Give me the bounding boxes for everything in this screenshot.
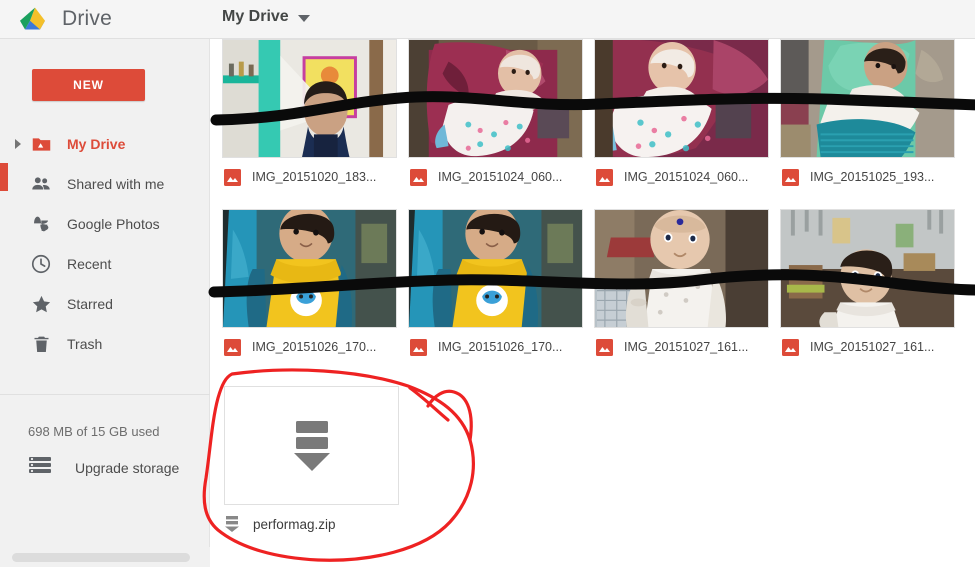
sidebar-divider [0,394,210,395]
file-card[interactable]: IMG_20151026_170... [408,209,594,357]
sidebar-item-label: Shared with me [67,176,165,192]
file-caption: IMG_20151024_060... [594,167,780,187]
image-file-icon [596,338,613,356]
expand-triangle-icon[interactable] [15,139,21,149]
image-file-icon [224,168,241,186]
file-caption: IMG_20151025_193... [780,167,966,187]
image-file-icon [596,168,613,186]
sidebar-item-shared-with-me[interactable]: Shared with me [0,164,210,204]
sidebar-item-starred[interactable]: Starred [0,284,210,324]
file-caption: IMG_20151024_060... [408,167,594,187]
file-thumbnail[interactable] [780,209,955,328]
people-icon [28,171,54,197]
upgrade-storage-button[interactable]: Upgrade storage [28,456,179,479]
file-name: IMG_20151027_161... [624,340,749,354]
sidebar-item-trash[interactable]: Trash [0,324,210,364]
file-card[interactable]: IMG_20151025_193... [780,39,966,187]
file-thumbnail[interactable] [594,39,769,158]
file-caption: IMG_20151027_161... [594,337,780,357]
file-thumbnail[interactable] [408,209,583,328]
file-name: IMG_20151026_170... [438,340,563,354]
file-name: IMG_20151024_060... [438,170,563,184]
sidebar-item-my-drive[interactable]: My Drive [0,124,210,164]
chevron-down-icon[interactable] [297,14,310,22]
image-file-icon [782,338,799,356]
trash-icon [28,331,54,357]
sidebar-item-label: Trash [67,336,103,352]
sidebar-item-label: Google Photos [67,216,160,232]
storage-usage-text: 698 MB of 15 GB used [28,424,160,439]
file-card[interactable]: IMG_20151026_170... [222,209,408,357]
storage-bars-icon [28,456,52,479]
file-name: IMG_20151027_161... [810,340,935,354]
upgrade-storage-label: Upgrade storage [75,459,180,476]
file-card[interactable]: IMG_20151027_161... [594,209,780,357]
sidebar-item-google-photos[interactable]: Google Photos [0,204,210,244]
file-name: IMG_20151024_060... [624,170,749,184]
sidebar: NEW My Drive Shared with me Google Photo… [0,39,210,567]
image-file-icon [410,168,427,186]
image-file-icon [782,168,799,186]
file-name: IMG_20151020_183... [252,170,377,184]
file-caption: IMG_20151026_170... [408,337,594,357]
file-caption: IMG_20151027_161... [780,337,966,357]
drive-folder-icon [28,131,54,157]
file-caption: performag.zip [224,515,414,533]
file-card-archive[interactable]: performag.zip [224,386,414,533]
file-card[interactable]: IMG_20151027_161... [780,209,966,357]
sidebar-item-recent[interactable]: Recent [0,244,210,284]
sidebar-item-label: Recent [67,256,112,272]
sidebar-scrollbar[interactable] [0,547,210,567]
file-card[interactable]: IMG_20151020_183... [222,39,408,187]
file-thumbnail[interactable] [222,209,397,328]
archive-file-icon [225,516,239,532]
file-thumbnail[interactable] [222,39,397,158]
file-thumbnail[interactable] [594,209,769,328]
drive-window: Drive My Drive NEW My Drive Shared with … [0,0,975,567]
breadcrumb[interactable]: My Drive [222,8,310,26]
sidebar-nav: My Drive Shared with me Google Photos Re… [0,124,210,364]
file-grid: IMG_20151020_183... IMG_20151024_060... … [211,39,975,567]
file-name: IMG_20151025_193... [810,170,935,184]
file-thumbnail[interactable] [224,386,399,505]
file-card[interactable]: IMG_20151024_060... [408,39,594,187]
image-file-icon [410,338,427,356]
new-button[interactable]: NEW [32,69,145,101]
brand-label: Drive [62,7,113,30]
google-drive-logo-icon[interactable] [20,6,50,33]
breadcrumb-label: My Drive [222,8,289,25]
google-photos-icon [28,211,54,237]
sidebar-item-label: Starred [67,296,113,312]
top-bar: Drive My Drive [0,0,975,39]
image-file-icon [224,338,241,356]
file-thumbnail[interactable] [408,39,583,158]
scrollbar-thumb[interactable] [12,553,190,562]
file-thumbnail[interactable] [780,39,955,158]
file-caption: IMG_20151020_183... [222,167,408,187]
file-name: performag.zip [253,516,336,532]
file-card[interactable]: IMG_20151024_060... [594,39,780,187]
star-icon [28,291,54,317]
sidebar-item-label: My Drive [67,136,126,152]
clock-icon [28,251,54,277]
file-name: IMG_20151026_170... [252,340,377,354]
archive-download-icon [293,420,330,471]
file-caption: IMG_20151026_170... [222,337,408,357]
